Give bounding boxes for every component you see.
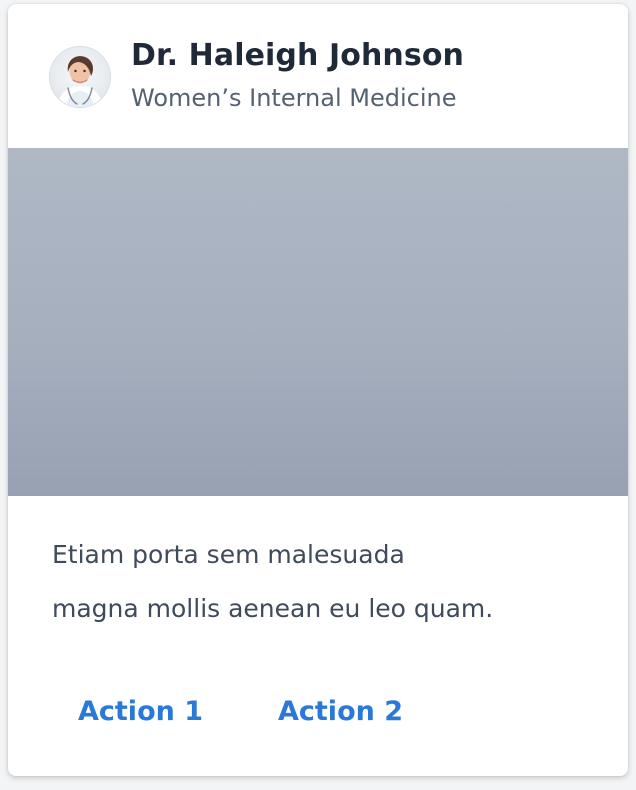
action-2-button[interactable]: Action 2 bbox=[278, 694, 403, 730]
action-1-button[interactable]: Action 1 bbox=[78, 694, 203, 730]
card-media bbox=[8, 148, 628, 496]
doctor-avatar-icon bbox=[50, 47, 110, 107]
profile-card: Dr. Haleigh Johnson Women’s Internal Med… bbox=[8, 4, 628, 776]
avatar bbox=[49, 46, 111, 108]
card-header: Dr. Haleigh Johnson Women’s Internal Med… bbox=[8, 4, 628, 148]
body-line-2: magna mollis aenean eu leo quam. bbox=[52, 594, 494, 623]
doctor-name: Dr. Haleigh Johnson bbox=[131, 38, 465, 73]
card-actions: Action 1 Action 2 bbox=[8, 694, 628, 754]
card-body-text: Etiam porta sem malesuada magna mollis a… bbox=[52, 528, 592, 636]
body-line-1: Etiam porta sem malesuada bbox=[52, 540, 405, 569]
doctor-specialty: Women’s Internal Medicine bbox=[131, 84, 457, 112]
